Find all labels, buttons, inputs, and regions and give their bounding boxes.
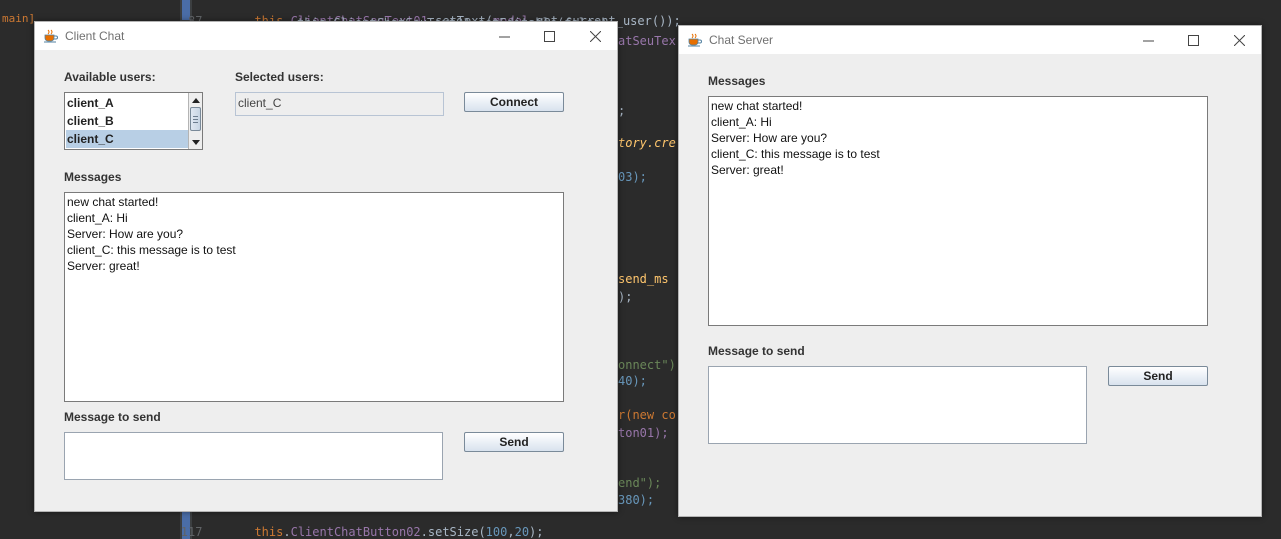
- selected-users-field: client_C: [235, 92, 444, 116]
- message-line: Server: great!: [67, 259, 140, 273]
- list-item-client-a[interactable]: client_A: [66, 94, 188, 112]
- message-line: client_C: this message is to test: [67, 243, 236, 257]
- code-fragment-line3: atSeuTex: [618, 34, 676, 48]
- code-fragment-paren: );: [618, 290, 633, 304]
- minimize-button[interactable]: [481, 22, 527, 50]
- server-messages-label: Messages: [708, 74, 766, 88]
- scroll-up-arrow-icon[interactable]: [189, 93, 203, 107]
- code-fragment-line7: tory.cre: [618, 136, 676, 150]
- client-chat-window[interactable]: Client Chat Available users: client_A cl…: [34, 21, 618, 512]
- close-icon: [1233, 34, 1245, 46]
- code-fragment-380: 380);: [618, 493, 655, 507]
- chat-server-title: Chat Server: [709, 33, 774, 47]
- list-item-client-c[interactable]: client_C: [66, 130, 188, 148]
- minimize-button[interactable]: [1125, 26, 1171, 54]
- ide-left-label: main]: [2, 12, 36, 25]
- code-fragment-connect: onnect"): [618, 358, 676, 372]
- close-button[interactable]: [1216, 26, 1262, 54]
- message-line: new chat started!: [711, 99, 803, 113]
- list-item-client-b[interactable]: client_B: [66, 112, 188, 130]
- minimize-icon: [498, 36, 510, 37]
- client-message-to-send-label: Message to send: [64, 410, 161, 424]
- code-fragment-line9: 03);: [618, 170, 647, 184]
- selected-users-label: Selected users:: [235, 70, 324, 84]
- code-fragment-newco: r(new co: [618, 408, 676, 422]
- client-chat-titlebar[interactable]: Client Chat: [35, 22, 617, 50]
- connect-button[interactable]: Connect: [464, 92, 564, 112]
- message-line: Server: How are you?: [711, 131, 828, 145]
- server-message-to-send-label: Message to send: [708, 344, 805, 358]
- server-messages-area[interactable]: new chat started! client_A: Hi Server: H…: [708, 96, 1208, 326]
- maximize-icon: [1187, 34, 1199, 46]
- java-coffee-cup-icon: [43, 29, 59, 43]
- client-chat-title: Client Chat: [65, 29, 125, 43]
- message-line: client_A: Hi: [67, 211, 128, 225]
- server-send-button[interactable]: Send: [1108, 366, 1208, 386]
- client-send-button[interactable]: Send: [464, 432, 564, 452]
- close-button[interactable]: [572, 22, 618, 50]
- chat-server-titlebar[interactable]: Chat Server: [679, 26, 1261, 54]
- message-line: new chat started!: [67, 195, 159, 209]
- message-line: client_C: this message is to test: [711, 147, 880, 161]
- message-line: Server: How are you?: [67, 227, 184, 241]
- client-messages-area[interactable]: new chat started! client_A: Hi Server: H…: [64, 192, 564, 402]
- code-fragment-40: 40);: [618, 374, 647, 388]
- client-message-input[interactable]: [64, 432, 443, 480]
- message-line: client_A: Hi: [711, 115, 772, 129]
- maximize-icon: [543, 30, 555, 42]
- maximize-button[interactable]: [526, 22, 572, 50]
- chat-server-window[interactable]: Chat Server Messages new chat started! c…: [678, 25, 1262, 517]
- java-coffee-cup-icon: [687, 33, 703, 47]
- available-users-list[interactable]: client_A client_B client_C: [64, 92, 203, 150]
- code-line-118[interactable]: 118this.ClientChatButton02.addActionList…: [150, 527, 746, 539]
- code-fragment-send: send_ms: [618, 272, 669, 286]
- scroll-down-arrow-icon[interactable]: [189, 135, 203, 149]
- code-fragment-ton01: ton01);: [618, 426, 669, 440]
- minimize-icon: [1142, 40, 1154, 41]
- close-icon: [589, 30, 601, 42]
- client-messages-label: Messages: [64, 170, 122, 184]
- message-line: Server: great!: [711, 163, 784, 177]
- server-message-input[interactable]: [708, 366, 1087, 444]
- users-list-scrollbar[interactable]: [188, 93, 202, 149]
- available-users-label: Available users:: [64, 70, 156, 84]
- scroll-thumb[interactable]: [190, 107, 201, 131]
- maximize-button[interactable]: [1170, 26, 1216, 54]
- code-fragment-semicolon: ;: [618, 104, 626, 118]
- code-fragment-end: end");: [618, 476, 662, 490]
